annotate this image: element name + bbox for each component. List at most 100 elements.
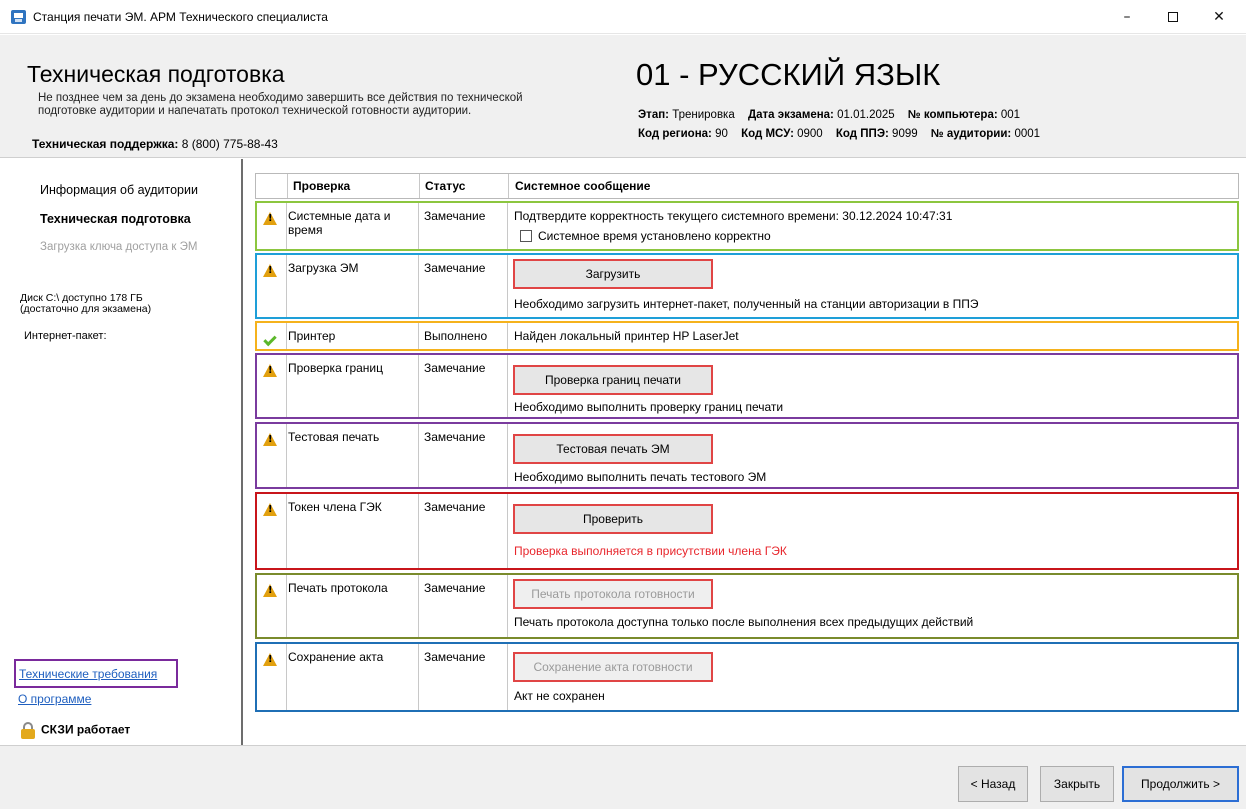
exam-meta-line-2: Код региона: 90 Код МСУ: 0900 Код ППЭ: 9… — [638, 128, 1040, 140]
window-title: Станция печати ЭМ. АРМ Технического спец… — [33, 10, 328, 24]
minimize-button[interactable]: – — [1104, 0, 1150, 34]
table-row-load-em: Загрузка ЭМ Замечание Загрузить Необходи… — [255, 253, 1239, 319]
check-name: Печать протокола — [288, 581, 388, 595]
computer-value: 001 — [1000, 109, 1021, 121]
maximize-icon — [1168, 12, 1178, 22]
system-time-checkbox-label: Системное время установлено корректно — [538, 229, 771, 243]
exam-date-label: Дата экзамена: — [747, 109, 834, 121]
disk-space-line-2: (достаточно для экзамена) — [20, 303, 152, 315]
sidebar-item-access-key: Загрузка ключа доступа к ЭМ — [40, 241, 198, 253]
check-status: Замечание — [424, 430, 486, 444]
check-name: Тестовая печать — [288, 430, 380, 444]
check-status: Замечание — [424, 261, 486, 275]
system-message: Найден локальный принтер HP LaserJet — [514, 329, 739, 343]
msu-value: 0900 — [797, 128, 823, 140]
stage-value: Тренировка — [672, 109, 735, 121]
computer-label: № компьютера: — [907, 109, 998, 121]
table-row-protocol-print: Печать протокола Замечание Печать проток… — [255, 573, 1239, 639]
exam-subject: 01 - РУССКИЙ ЯЗЫК — [636, 57, 941, 92]
page-title: Техническая подготовка — [27, 61, 285, 87]
support-label: Техническая поддержка: — [32, 137, 179, 151]
room-label: № аудитории: — [930, 128, 1012, 140]
check-status: Замечание — [424, 500, 486, 514]
table-row-printer: Принтер Выполнено Найден локальный принт… — [255, 321, 1239, 351]
check-status: Замечание — [424, 209, 486, 223]
verify-button[interactable]: Проверить — [513, 504, 713, 534]
check-name: Принтер — [288, 329, 336, 343]
back-button[interactable]: < Назад — [958, 766, 1028, 802]
checks-table: Проверка Статус Системное сообщение Сист… — [245, 159, 1246, 745]
sidebar-item-tech-preparation[interactable]: Техническая подготовка — [40, 212, 191, 226]
room-value: 0001 — [1014, 128, 1041, 140]
table-row-system-time: Системные дата и время Замечание Подтвер… — [255, 201, 1239, 251]
check-name: Токен члена ГЭК — [288, 500, 382, 514]
exam-meta-line-1: Этап: Тренировка Дата экзамена: 01.01.20… — [638, 109, 1020, 121]
page-header: Техническая подготовка Не позднее чем за… — [0, 35, 1246, 158]
check-status: Выполнено — [424, 329, 488, 343]
lock-icon — [21, 722, 35, 739]
title-bar: Станция печати ЭМ. АРМ Технического спец… — [0, 0, 1246, 34]
warning-icon — [263, 503, 277, 516]
msu-label: Код МСУ: — [741, 128, 794, 140]
description-line-1: Не позднее чем за день до экзамена необх… — [38, 92, 523, 104]
print-bounds-button[interactable]: Проверка границ печати — [513, 365, 713, 395]
ppe-value: 9099 — [892, 128, 918, 140]
tech-requirements-link[interactable]: Технические требования — [19, 667, 157, 681]
system-message: Подтвердите корректность текущего систем… — [514, 209, 953, 223]
load-button[interactable]: Загрузить — [513, 259, 713, 289]
check-name: Системные дата и время — [288, 209, 391, 237]
footer: < Назад Закрыть Продолжить > — [0, 745, 1246, 809]
system-message: Акт не сохранен — [514, 689, 605, 703]
check-name: Сохранение акта — [288, 650, 384, 664]
close-button[interactable]: Закрыть — [1040, 766, 1114, 802]
save-act-button: Сохранение акта готовности — [513, 652, 713, 682]
system-message: Необходимо выполнить проверку границ печ… — [514, 400, 784, 414]
about-link[interactable]: О программе — [18, 692, 91, 706]
support-phone: 8 (800) 775-88-43 — [181, 137, 278, 151]
description-line-2: подготовке аудитории и напечатать проток… — [38, 105, 472, 117]
warning-icon — [263, 433, 277, 446]
check-status: Замечание — [424, 581, 486, 595]
system-time-checkbox-row[interactable]: Системное время установлено корректно — [520, 229, 771, 243]
tech-requirements-highlight: Технические требования — [14, 659, 178, 688]
table-row-test-print: Тестовая печать Замечание Тестовая печат… — [255, 422, 1239, 489]
warning-icon — [263, 212, 277, 225]
table-row-gek-token: Токен члена ГЭК Замечание Проверить Пров… — [255, 492, 1239, 570]
warning-icon — [263, 264, 277, 277]
check-status: Замечание — [424, 361, 486, 375]
checkmark-icon — [263, 332, 277, 347]
test-print-button[interactable]: Тестовая печать ЭМ — [513, 434, 713, 464]
printer-station-icon — [11, 10, 26, 24]
region-value: 90 — [715, 128, 728, 140]
tech-support: Техническая поддержка: 8 (800) 775-88-43 — [32, 137, 278, 151]
exam-date-value: 01.01.2025 — [837, 109, 895, 121]
continue-button[interactable]: Продолжить > — [1122, 766, 1239, 802]
system-message: Необходимо выполнить печать тестового ЭМ — [514, 470, 767, 484]
warning-icon — [263, 653, 277, 666]
table-header: Проверка Статус Системное сообщение — [255, 173, 1239, 199]
close-window-button[interactable]: ✕ — [1196, 0, 1242, 34]
column-header-status: Статус — [425, 179, 466, 193]
sidebar: Информация об аудитории Техническая подг… — [0, 159, 243, 745]
check-name: Проверка границ — [288, 361, 384, 375]
table-row-save-act: Сохранение акта Замечание Сохранение акт… — [255, 642, 1239, 712]
internet-package-label: Интернет-пакет: — [24, 330, 107, 342]
maximize-button[interactable] — [1150, 0, 1196, 34]
column-header-message: Системное сообщение — [515, 179, 651, 193]
system-time-checkbox[interactable] — [520, 230, 532, 242]
system-message: Проверка выполняется в присутствии члена… — [514, 544, 787, 558]
system-message: Печать протокола доступна только после в… — [514, 615, 974, 629]
column-header-check: Проверка — [293, 179, 351, 193]
table-row-print-bounds: Проверка границ Замечание Проверка грани… — [255, 353, 1239, 419]
stage-label: Этап: — [638, 109, 669, 121]
page-description: Не позднее чем за день до экзамена необх… — [38, 92, 598, 118]
warning-icon — [263, 364, 277, 377]
warning-icon — [263, 584, 277, 597]
system-message: Необходимо загрузить интернет-пакет, пол… — [514, 297, 979, 311]
skzi-status-text: СКЗИ работает — [41, 722, 131, 737]
disk-space-info: Диск C:\ доступно 178 ГБ (достаточно для… — [20, 293, 230, 315]
check-name: Загрузка ЭМ — [288, 261, 359, 275]
sidebar-item-room-info[interactable]: Информация об аудитории — [40, 183, 198, 197]
check-status: Замечание — [424, 650, 486, 664]
ppe-label: Код ППЭ: — [835, 128, 889, 140]
